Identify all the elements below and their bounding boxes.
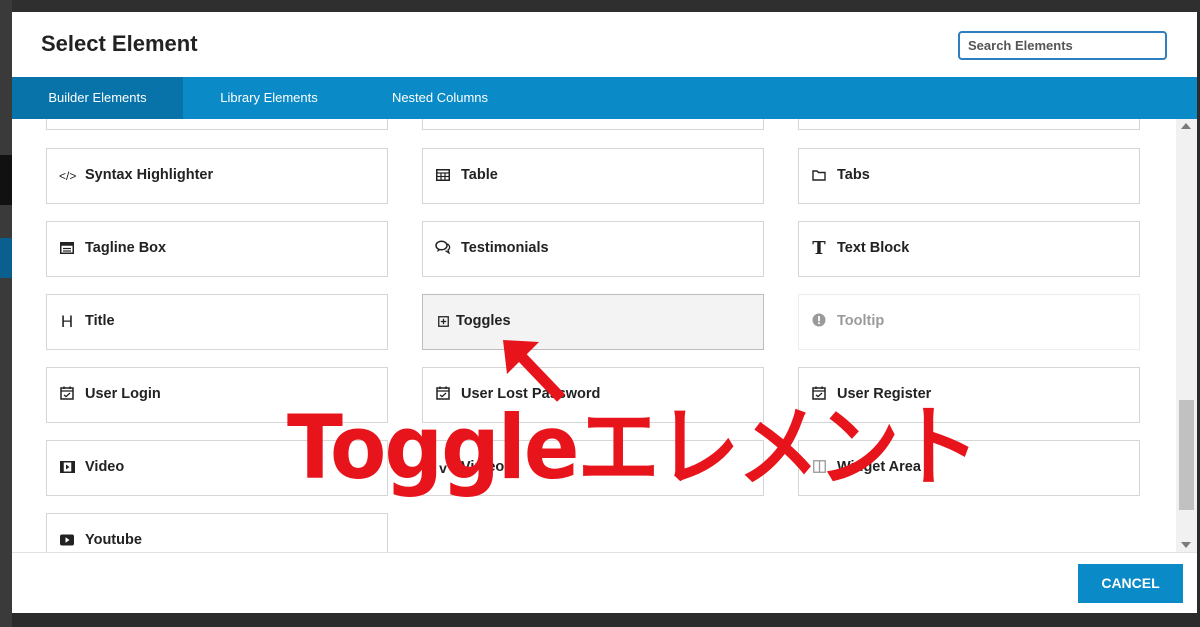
tab-builder-elements[interactable]: Builder Elements bbox=[12, 77, 183, 127]
element-label: Syntax Highlighter bbox=[85, 167, 214, 183]
scroll-down-arrow-icon[interactable] bbox=[1181, 542, 1191, 548]
element-card-partial[interactable] bbox=[422, 119, 764, 130]
scrollbar[interactable] bbox=[1176, 119, 1197, 552]
annotation-text: Toggleエレメント bbox=[287, 397, 979, 500]
tab-bar: Builder Elements Library Elements Nested… bbox=[12, 77, 1197, 127]
element-text-block[interactable]: T Text Block bbox=[798, 221, 1140, 277]
cancel-button[interactable]: CANCEL bbox=[1078, 564, 1183, 603]
code-icon: </> bbox=[59, 169, 77, 183]
element-label: Table bbox=[461, 167, 498, 183]
element-label: Tagline Box bbox=[85, 240, 167, 256]
youtube-play-icon bbox=[59, 531, 75, 551]
element-table[interactable]: Table bbox=[422, 148, 764, 204]
element-label: Tooltip bbox=[837, 313, 885, 329]
select-element-modal: Select Element Builder Elements Library … bbox=[12, 12, 1197, 613]
backdrop-top bbox=[0, 0, 1200, 12]
tab-library-elements[interactable]: Library Elements bbox=[183, 77, 355, 119]
element-tagline-box[interactable]: Tagline Box bbox=[46, 221, 388, 277]
element-label: Tabs bbox=[837, 167, 870, 183]
element-label: Toggles bbox=[456, 313, 511, 329]
element-tabs[interactable]: Tabs bbox=[798, 148, 1140, 204]
backdrop-block bbox=[0, 238, 12, 278]
modal-title: Select Element bbox=[41, 31, 198, 56]
scrollbar-thumb[interactable] bbox=[1179, 400, 1194, 510]
backdrop-left bbox=[0, 0, 12, 627]
element-label: Testimonials bbox=[461, 240, 549, 256]
modal-header: Select Element bbox=[12, 12, 1197, 77]
element-label: Video bbox=[85, 459, 125, 475]
element-label: Youtube bbox=[85, 532, 142, 548]
scroll-up-arrow-icon[interactable] bbox=[1181, 123, 1191, 129]
element-card-partial[interactable] bbox=[46, 119, 388, 130]
element-testimonials[interactable]: Testimonials bbox=[422, 221, 764, 277]
backdrop-block bbox=[0, 155, 12, 205]
element-toggles[interactable]: Toggles bbox=[422, 294, 764, 350]
element-label: Text Block bbox=[837, 240, 910, 256]
heading-h-icon: H bbox=[60, 312, 74, 331]
plus-square-icon bbox=[435, 312, 451, 332]
element-syntax-highlighter[interactable]: </> Syntax Highlighter bbox=[46, 148, 388, 204]
folder-icon bbox=[811, 166, 827, 186]
element-label: User Login bbox=[85, 386, 161, 402]
tagline-box-icon bbox=[59, 239, 75, 259]
chat-bubbles-icon bbox=[435, 239, 451, 259]
film-icon bbox=[59, 458, 75, 478]
element-card-partial[interactable] bbox=[798, 119, 1140, 130]
element-youtube[interactable]: Youtube bbox=[46, 513, 388, 552]
table-icon bbox=[435, 166, 451, 186]
element-title[interactable]: H Title bbox=[46, 294, 388, 350]
exclamation-circle-icon bbox=[811, 312, 827, 332]
text-t-icon: T bbox=[812, 238, 826, 259]
tab-nested-columns[interactable]: Nested Columns bbox=[355, 77, 525, 119]
element-tooltip[interactable]: Tooltip bbox=[798, 294, 1140, 350]
search-input[interactable] bbox=[958, 31, 1167, 60]
calendar-check-icon bbox=[59, 385, 75, 405]
element-label: Title bbox=[85, 313, 115, 329]
modal-footer: CANCEL bbox=[12, 552, 1197, 613]
